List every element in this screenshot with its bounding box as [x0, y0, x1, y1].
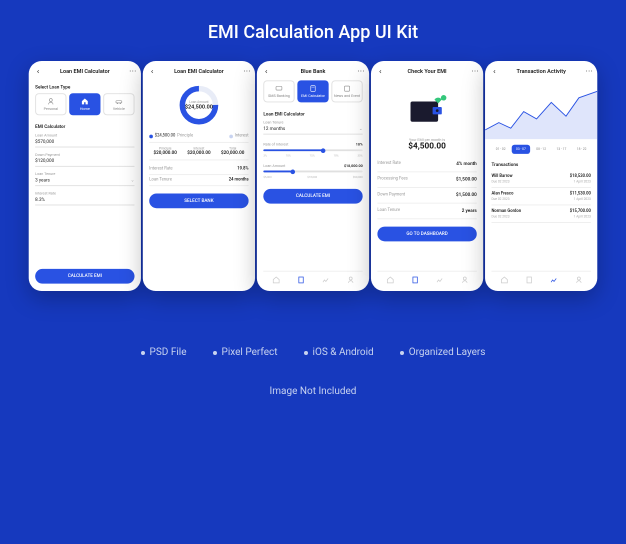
chevron-down-icon: ⌄ [359, 126, 363, 132]
more-icon[interactable]: ⋯ [129, 69, 135, 75]
donut-chart: Loan Amount$24,500.00 [178, 84, 220, 126]
more-icon[interactable]: ⋯ [471, 69, 477, 75]
screen-check-emi: Check Your EMI ⋯ Your EMI per month is $… [371, 61, 483, 291]
transaction-item[interactable]: Norman Gordon$15,700.00 Due 02 20231 Apr… [491, 205, 590, 222]
date-tabs: 01 - 02 03 - 07 08 - 12 13 - 17 18 - 22 [491, 145, 590, 154]
feature-item: PSD File [141, 347, 187, 358]
tenure-select[interactable]: 12 months⌄ [263, 126, 362, 134]
nav-calc-icon[interactable] [411, 276, 418, 283]
transaction-item[interactable]: Alan Fresco$11,530.00 Due 02 20231 April… [491, 188, 590, 205]
nav-calc-icon[interactable] [297, 276, 304, 283]
chevron-down-icon: ⌄ [131, 178, 135, 184]
nav-calc-icon[interactable] [525, 276, 532, 283]
tab-personal[interactable]: Personal [35, 93, 66, 115]
screen-blue-bank: Blue Bank ⋯ SMS Banking EMI Calculator N… [257, 61, 369, 291]
tab-news[interactable]: News and Event [331, 80, 362, 102]
nav-home-icon[interactable] [386, 276, 393, 283]
phones-row: Loan EMI Calculator ⋯ Select Loan Type P… [21, 61, 604, 291]
bottom-nav [377, 271, 476, 284]
nav-chart-icon[interactable] [322, 276, 329, 283]
feature-item: Pixel Perfect [213, 347, 278, 358]
date-tab[interactable]: 08 - 12 [532, 145, 550, 154]
date-tab[interactable]: 18 - 22 [572, 145, 590, 154]
features-row: PSD File Pixel Perfect iOS & Android Org… [141, 347, 486, 358]
more-icon[interactable]: ⋯ [243, 69, 249, 75]
tab-vehicle[interactable]: Vehicle [103, 93, 134, 115]
date-tab[interactable]: 03 - 07 [512, 145, 530, 154]
loan-type-tabs: Personal Home Vehicle [35, 93, 134, 115]
transaction-item[interactable]: Will Barrow$18,530.00 Due 02 20231 April… [491, 170, 590, 187]
screen-loan-calculator: Loan EMI Calculator ⋯ Select Loan Type P… [29, 61, 141, 291]
nav-user-icon[interactable] [461, 276, 468, 283]
tab-home[interactable]: Home [69, 93, 100, 115]
more-icon[interactable]: ⋯ [357, 69, 363, 75]
screen-title: Transaction Activity [497, 68, 585, 74]
select-bank-button[interactable]: SELECT BANK [149, 193, 248, 208]
nav-home-icon[interactable] [500, 276, 507, 283]
main-title: EMI Calculation App UI Kit [208, 22, 418, 43]
down-payment-input[interactable]: $120,000 [35, 159, 134, 167]
loan-tenure-select[interactable]: 3 years⌄ [35, 178, 134, 186]
calculate-button[interactable]: CALCULATE EMI [35, 269, 134, 284]
feature-item: iOS & Android [304, 347, 374, 358]
dashboard-button[interactable]: GO TO DASHBOARD [377, 227, 476, 242]
amount-slider[interactable] [263, 170, 362, 172]
interest-rate-input[interactable]: 8.3% [35, 197, 134, 205]
calculate-button[interactable]: CALCULATE EMI [263, 189, 362, 204]
legend-interest: Interest [229, 134, 249, 139]
footer-note: Image Not Included [270, 386, 357, 397]
screen-title: Loan EMI Calculator [155, 68, 243, 74]
tab-emi[interactable]: EMI Calculator [297, 80, 328, 102]
screen-emi-breakdown: Loan EMI Calculator ⋯ Loan Amount$24,500… [143, 61, 255, 291]
tab-sms[interactable]: SMS Banking [263, 80, 294, 102]
emi-calc-label: EMI Calculator [35, 124, 134, 130]
bottom-nav [263, 271, 362, 284]
wallet-illustration [377, 86, 476, 132]
screen-title: Check Your EMI [383, 68, 471, 74]
bottom-nav [491, 271, 590, 284]
nav-user-icon[interactable] [575, 276, 582, 283]
feature-item: Organized Layers [400, 347, 486, 358]
nav-chart-icon[interactable] [550, 276, 557, 283]
emi-amount: $4,500.00 [377, 142, 476, 151]
activity-chart [485, 84, 597, 139]
nav-chart-icon[interactable] [436, 276, 443, 283]
select-loan-label: Select Loan Type [35, 85, 134, 91]
screen-title: Loan EMI Calculator [41, 68, 129, 74]
more-icon[interactable]: ⋯ [585, 69, 591, 75]
nav-home-icon[interactable] [272, 276, 279, 283]
bank-tabs: SMS Banking EMI Calculator News and Even… [263, 80, 362, 102]
legend-principle: $24,500.00Principle [149, 134, 193, 139]
screen-transactions: Transaction Activity ⋯ 01 - 02 03 - 07 0… [485, 61, 597, 291]
interest-slider[interactable] [263, 149, 362, 151]
nav-user-icon[interactable] [347, 276, 354, 283]
date-tab[interactable]: 13 - 17 [552, 145, 570, 154]
loan-amount-input[interactable]: $570,000 [35, 139, 134, 147]
date-tab[interactable]: 01 - 02 [491, 145, 509, 154]
screen-title: Blue Bank [269, 68, 357, 74]
